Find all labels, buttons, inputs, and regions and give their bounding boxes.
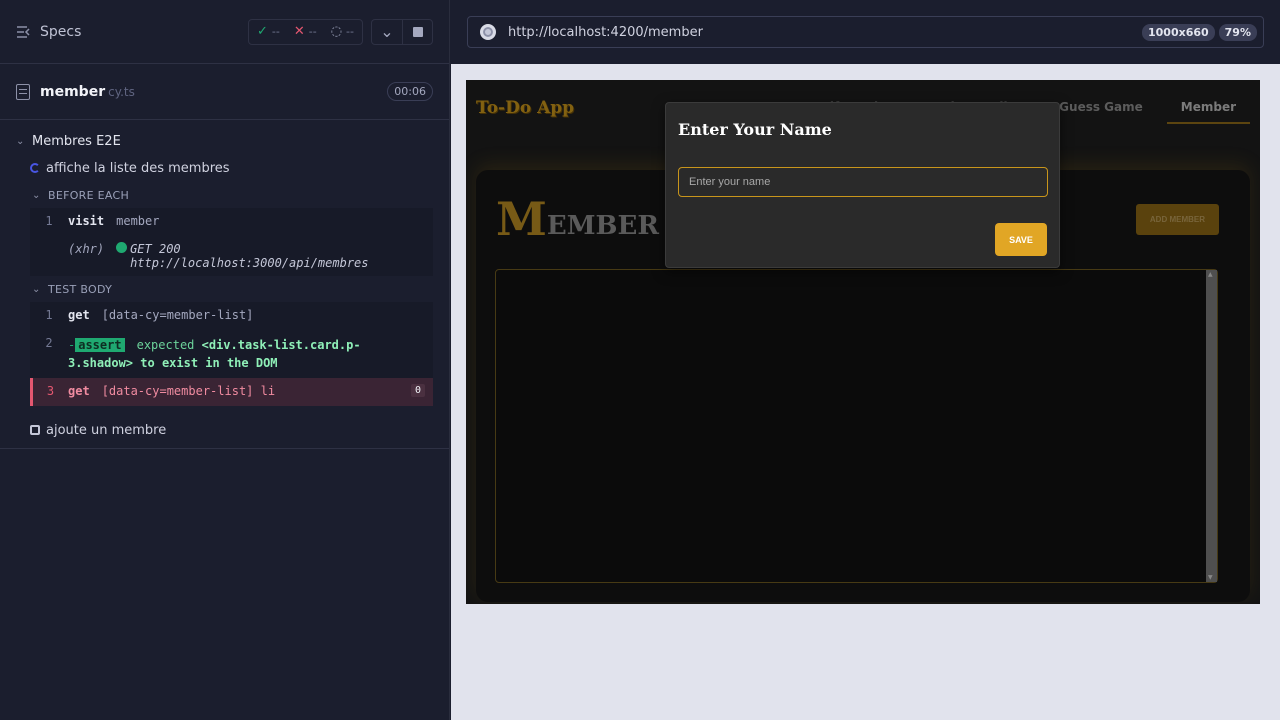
assert-command-row[interactable]: 2 - assert expected <div.task-list.card.p-…: [30, 330, 433, 378]
test-title: affiche la liste des membres: [46, 160, 230, 176]
globe-icon: [480, 24, 496, 40]
suite-title-row[interactable]: ⌄ Membres E2E: [0, 128, 449, 154]
url-text[interactable]: http://localhost:4200/member: [508, 25, 703, 40]
scale-badge[interactable]: 79%: [1218, 23, 1257, 41]
spec-duration: 00:06: [387, 82, 433, 101]
pending-stat: ◌ --: [330, 24, 354, 39]
failed-command-row[interactable]: 3 get [data-cy=member-list] li 0: [30, 378, 433, 406]
running-spinner-icon: [30, 163, 40, 173]
command-name: visit: [68, 214, 105, 228]
command-number: 1: [45, 214, 53, 228]
x-icon: ✕: [293, 24, 305, 39]
chevron-down-icon: ⌄: [32, 189, 41, 201]
chevron-down-icon[interactable]: ⌄: [372, 20, 402, 44]
before-each-commands: 1 visit member (xhr) GET 200 http://loca…: [30, 208, 433, 276]
before-each-header[interactable]: ⌄ BEFORE EACH: [0, 182, 449, 208]
command-number: 3: [46, 384, 55, 398]
command-message: member: [116, 214, 160, 228]
pending-square-icon: [30, 425, 40, 435]
spec-name: member: [40, 83, 106, 100]
command-message: [data-cy=member-list]: [101, 308, 254, 322]
suite-title: Membres E2E: [32, 133, 121, 149]
command-name: (xhr): [68, 242, 105, 256]
dialog-title: Enter Your Name: [678, 120, 832, 139]
test-body-label: TEST BODY: [48, 282, 113, 296]
run-controls: ⌄: [371, 18, 433, 45]
test-title-row[interactable]: ajoute un membre: [0, 416, 449, 444]
app-iframe: To-Do App Tarif Service Todo - Nudity Gu…: [466, 80, 1260, 604]
check-icon: ✓: [256, 24, 268, 39]
command-message: [data-cy=member-list] li: [101, 384, 276, 398]
command-row[interactable]: 1 visit member: [30, 208, 433, 236]
test-body-header[interactable]: ⌄ TEST BODY: [0, 276, 449, 302]
url-bar[interactable]: http://localhost:4200/member 1000x660 79…: [467, 16, 1264, 48]
spec-file-row[interactable]: member cy.ts 00:06: [0, 64, 449, 120]
suite: ⌄ Membres E2E affiche la liste des membr…: [0, 120, 449, 449]
url-bar-container: http://localhost:4200/member 1000x660 79…: [451, 0, 1280, 64]
passed-stat: ✓ --: [256, 24, 280, 39]
reporter-header: Specs ✓ -- ✕ -- ◌ -- ⌄: [0, 0, 449, 64]
command-number: 1: [45, 308, 53, 322]
document-icon: [16, 83, 30, 100]
test-title: ajoute un membre: [46, 422, 167, 438]
viewport-size-badge[interactable]: 1000x660: [1141, 23, 1215, 41]
command-message: GET 200 http://localhost:3000/api/membre…: [130, 242, 369, 270]
element-count-badge: 0: [410, 384, 425, 397]
save-button[interactable]: SAVE: [995, 223, 1047, 256]
reporter-panel: Specs ✓ -- ✕ -- ◌ -- ⌄ member cy.ts 00:06 ⌄…: [0, 0, 450, 720]
assert-rest: to exist in the DOM: [140, 356, 278, 370]
stop-button[interactable]: [402, 19, 432, 44]
assert-badge: assert: [75, 338, 125, 352]
name-input[interactable]: [678, 167, 1048, 197]
name-dialog: Enter Your Name SAVE: [665, 102, 1060, 268]
command-row[interactable]: 1 get [data-cy=member-list]: [30, 302, 433, 330]
menu-collapse-icon: [17, 25, 30, 38]
stop-icon: [412, 26, 423, 37]
chevron-down-icon: ⌄: [16, 135, 25, 147]
test-body-commands: 1 get [data-cy=member-list] 2 - assert exp…: [30, 302, 433, 406]
xhr-command-row[interactable]: (xhr) GET 200 http://localhost:3000/api/…: [30, 236, 433, 276]
command-number: 2: [45, 336, 53, 350]
divider: [0, 448, 449, 449]
stats-summary: ✓ -- ✕ -- ◌ --: [247, 18, 363, 45]
before-each-label: BEFORE EACH: [48, 188, 130, 202]
command-name: get: [68, 384, 90, 398]
status-dot-icon: [116, 242, 128, 253]
specs-label: Specs: [40, 23, 82, 40]
command-name: get: [68, 308, 90, 322]
specs-toggle-button[interactable]: Specs: [16, 24, 81, 40]
test-title-row[interactable]: affiche la liste des membres: [0, 154, 449, 182]
pending-circle-icon: ◌: [330, 24, 343, 39]
failed-stat: ✕ --: [293, 24, 317, 39]
aut-panel: http://localhost:4200/member 1000x660 79…: [451, 0, 1280, 720]
spec-extension: cy.ts: [108, 84, 135, 99]
assert-expected: expected: [136, 338, 195, 352]
chevron-down-icon: ⌄: [32, 283, 41, 295]
